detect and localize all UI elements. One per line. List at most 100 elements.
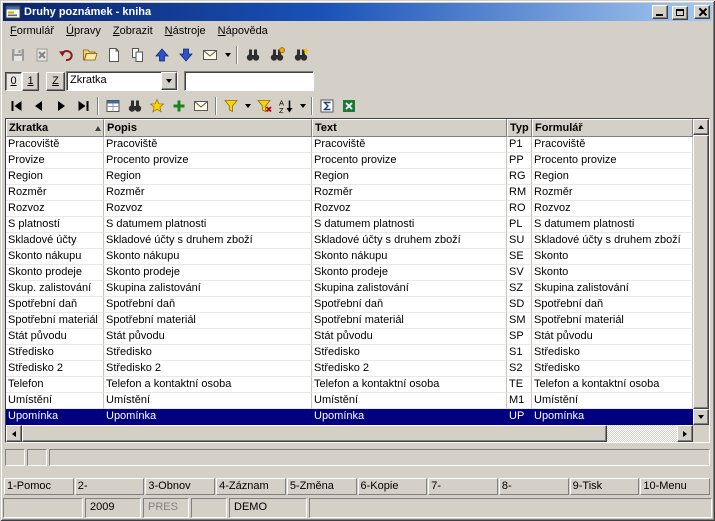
menu-napoveda[interactable]: Nápověda xyxy=(212,23,274,39)
column-header-formular[interactable]: Formulář xyxy=(532,119,693,137)
column-header-popis[interactable]: Popis xyxy=(104,119,312,137)
cell-typ: TE xyxy=(507,377,532,393)
cell-popis: Skupina zalistování xyxy=(104,281,312,297)
sort-icon[interactable]: AZ xyxy=(275,95,297,117)
menu-nastroje[interactable]: Nástroje xyxy=(159,23,212,39)
vertical-scroll-thumb[interactable] xyxy=(693,135,709,409)
close-button[interactable] xyxy=(694,5,710,19)
table-row[interactable]: RozvozRozvozRozvozRORozvoz xyxy=(6,201,693,217)
fkey-f4[interactable]: 4-Záznam xyxy=(216,478,286,495)
fkey-f1[interactable]: 1-Pomoc xyxy=(4,478,74,495)
formula-icon[interactable] xyxy=(316,95,338,117)
cell-typ: SM xyxy=(507,313,532,329)
undo-icon[interactable] xyxy=(54,43,78,67)
maximize-button[interactable] xyxy=(672,6,688,20)
vertical-scrollbar[interactable] xyxy=(693,119,709,425)
fkey-f7[interactable]: 7- xyxy=(428,478,498,495)
search-icon[interactable] xyxy=(124,95,146,117)
scroll-left-button[interactable] xyxy=(6,425,22,442)
cell-text: Umístění xyxy=(312,393,507,409)
page-tab-0[interactable]: 0 xyxy=(5,72,22,91)
menu-formular[interactable]: Formulář xyxy=(4,23,60,39)
cell-zkratka: Skup. zalistování xyxy=(6,281,104,297)
menu-zobrazit[interactable]: Zobrazit xyxy=(107,23,159,39)
cell-typ: SZ xyxy=(507,281,532,297)
search-input[interactable] xyxy=(184,71,314,91)
table-row[interactable]: ProvizeProcento provizeProcento provizeP… xyxy=(6,153,693,169)
table-row[interactable]: Stát původuStát původuStát původuSPStát … xyxy=(6,329,693,345)
edit-record-icon[interactable] xyxy=(102,95,124,117)
fkey-f3[interactable]: 3-Obnov xyxy=(145,478,215,495)
table-row[interactable]: Spotřební materiálSpotřební materiálSpot… xyxy=(6,313,693,329)
filter-dropdown-button[interactable] xyxy=(242,95,253,117)
cell-popis: Umístění xyxy=(104,393,312,409)
bookmark-icon[interactable] xyxy=(146,95,168,117)
fkey-f8[interactable]: 8- xyxy=(499,478,569,495)
next-record-icon[interactable] xyxy=(50,95,72,117)
find-all-icon[interactable] xyxy=(289,43,313,67)
table-row[interactable]: Skonto prodejeSkonto prodejeSkonto prode… xyxy=(6,265,693,281)
menu-upravy[interactable]: Úpravy xyxy=(60,23,107,39)
combo-dropdown-button[interactable] xyxy=(161,72,177,90)
title-bar[interactable]: Druhy poznámek - kniha xyxy=(3,3,712,21)
table-row[interactable]: Spotřební daňSpotřební daňSpotřební daňS… xyxy=(6,297,693,313)
window-title: Druhy poznámek - kniha xyxy=(24,6,651,18)
column-filter-select[interactable]: Zkratka xyxy=(66,71,178,91)
page-tab-1[interactable]: 1 xyxy=(22,72,39,91)
scroll-down-button[interactable] xyxy=(693,409,709,425)
insert-record-icon[interactable] xyxy=(168,95,190,117)
filter-icon[interactable] xyxy=(220,95,242,117)
column-header-typ[interactable]: Typ xyxy=(507,119,532,137)
horizontal-scroll-track[interactable] xyxy=(22,425,677,442)
horizontal-scrollbar[interactable] xyxy=(6,425,693,442)
table-row[interactable]: Skladové účtySkladové účty s druhem zbož… xyxy=(6,233,693,249)
previous-record-icon[interactable] xyxy=(28,95,50,117)
table-row[interactable]: PracovištěPracovištěPracovištěP1Pracoviš… xyxy=(6,137,693,153)
cell-zkratka: Rozměr xyxy=(6,185,104,201)
mail-icon[interactable] xyxy=(190,95,212,117)
first-record-icon[interactable] xyxy=(6,95,28,117)
minimize-button[interactable] xyxy=(652,5,668,19)
fkey-f6[interactable]: 6-Kopie xyxy=(358,478,428,495)
table-row[interactable]: UmístěníUmístěníUmístěníM1Umístění xyxy=(6,393,693,409)
table-row[interactable]: Skup. zalistováníSkupina zalistováníSkup… xyxy=(6,281,693,297)
cell-zkratka: Upomínka xyxy=(6,409,104,425)
scroll-up-button[interactable] xyxy=(693,119,709,135)
find-next-icon[interactable] xyxy=(265,43,289,67)
table-row[interactable]: RegionRegionRegionRGRegion xyxy=(6,169,693,185)
find-icon[interactable] xyxy=(241,43,265,67)
horizontal-scroll-thumb[interactable] xyxy=(22,425,607,442)
table-row[interactable]: TelefonTelefon a kontaktní osobaTelefon … xyxy=(6,377,693,393)
scroll-right-button[interactable] xyxy=(677,425,693,442)
send-mail-dropdown-button[interactable] xyxy=(222,43,233,67)
table-row[interactable]: RozměrRozměrRozměrRMRozměr xyxy=(6,185,693,201)
z-button[interactable]: Z xyxy=(46,72,65,91)
cell-zkratka: Pracoviště xyxy=(6,137,104,153)
filter-off-icon[interactable] xyxy=(253,95,275,117)
table-row[interactable]: Skonto nákupuSkonto nákupuSkonto nákupuS… xyxy=(6,249,693,265)
fkey-f10[interactable]: 10-Menu xyxy=(640,478,710,495)
move-up-icon[interactable] xyxy=(150,43,174,67)
copy-document-icon[interactable] xyxy=(126,43,150,67)
table-row[interactable]: S platnostíS datumem platnostiS datumem … xyxy=(6,217,693,233)
new-document-icon[interactable] xyxy=(102,43,126,67)
cell-popis: Region xyxy=(104,169,312,185)
data-table: ZkratkaPopisTextTypFormulář PracovištěPr… xyxy=(5,118,710,443)
column-header-zkratka[interactable]: Zkratka xyxy=(6,119,104,137)
send-mail-icon[interactable] xyxy=(198,43,222,67)
cell-typ: SU xyxy=(507,233,532,249)
table-row[interactable]: StřediskoStřediskoStřediskoS1Středisko xyxy=(6,345,693,361)
last-record-icon[interactable] xyxy=(72,95,94,117)
function-key-bar: 1-Pomoc2-3-Obnov4-Záznam5-Změna6-Kopie7-… xyxy=(4,478,711,495)
excel-export-icon[interactable] xyxy=(338,95,360,117)
menu-bar: FormulářÚpravyZobrazitNástrojeNápověda xyxy=(3,21,712,41)
fkey-f9[interactable]: 9-Tisk xyxy=(570,478,640,495)
table-row[interactable]: UpomínkaUpomínkaUpomínkaUPUpomínka xyxy=(6,409,693,425)
move-down-icon[interactable] xyxy=(174,43,198,67)
fkey-f2[interactable]: 2- xyxy=(75,478,145,495)
open-icon[interactable] xyxy=(78,43,102,67)
fkey-f5[interactable]: 5-Změna xyxy=(287,478,357,495)
sort-dropdown-button[interactable] xyxy=(297,95,308,117)
table-row[interactable]: Středisko 2Středisko 2Středisko 2S2Střed… xyxy=(6,361,693,377)
column-header-text[interactable]: Text xyxy=(312,119,507,137)
